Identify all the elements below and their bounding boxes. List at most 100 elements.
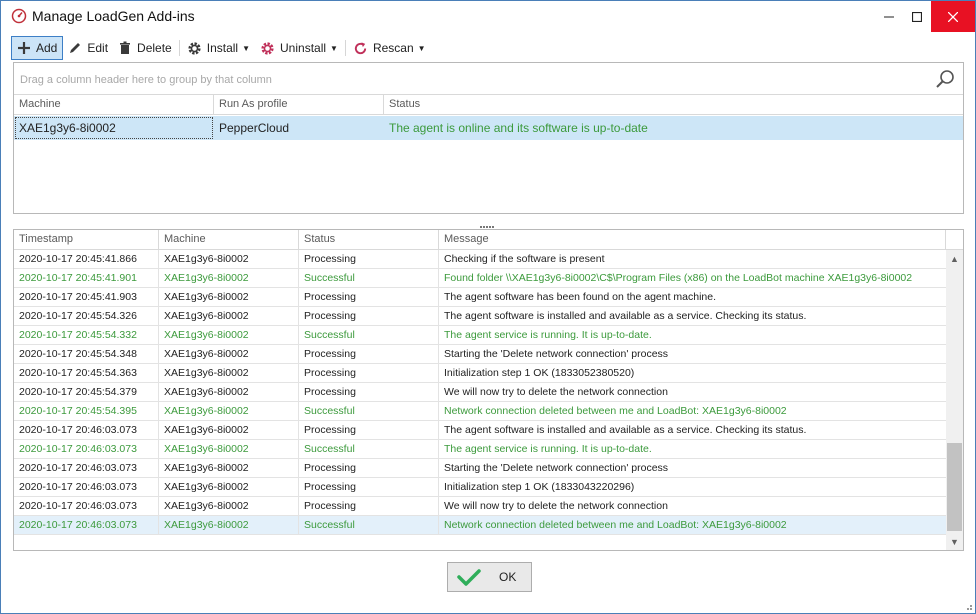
agent-profile-cell[interactable]: PepperCloud <box>214 116 384 140</box>
log-timestamp-cell[interactable]: 2020-10-17 20:45:54.326 <box>14 307 159 325</box>
log-timestamp-cell[interactable]: 2020-10-17 20:46:03.073 <box>14 497 159 515</box>
log-timestamp-cell[interactable]: 2020-10-17 20:45:54.363 <box>14 364 159 382</box>
log-machine-cell[interactable]: XAE1g3y6-8i0002 <box>159 250 299 268</box>
ok-button[interactable]: OK <box>447 562 532 592</box>
log-status-cell[interactable]: Processing <box>299 497 439 515</box>
log-machine-cell[interactable]: XAE1g3y6-8i0002 <box>159 478 299 496</box>
scrollbar-thumb[interactable] <box>947 443 962 531</box>
log-message-cell[interactable]: Starting the 'Delete network connection'… <box>439 345 946 363</box>
log-row[interactable]: 2020-10-17 20:45:54.363 XAE1g3y6-8i0002 Pr… <box>14 364 946 383</box>
maximize-button[interactable] <box>903 1 931 32</box>
log-message-cell[interactable]: The agent service is running. It is up-t… <box>439 440 946 458</box>
log-machine-cell[interactable]: XAE1g3y6-8i0002 <box>159 421 299 439</box>
log-status-cell[interactable]: Successful <box>299 440 439 458</box>
log-status-cell[interactable]: Processing <box>299 288 439 306</box>
log-status-cell[interactable]: Processing <box>299 345 439 363</box>
vertical-scrollbar[interactable]: ▲ ▼ <box>946 250 963 550</box>
log-row[interactable]: 2020-10-17 20:45:54.348 XAE1g3y6-8i0002 Pr… <box>14 345 946 364</box>
log-timestamp-cell[interactable]: 2020-10-17 20:45:41.901 <box>14 269 159 287</box>
column-header-machine[interactable]: Machine <box>159 230 299 250</box>
scroll-up-icon[interactable]: ▲ <box>946 250 963 267</box>
resize-grip-icon[interactable] <box>963 601 973 611</box>
log-machine-cell[interactable]: XAE1g3y6-8i0002 <box>159 440 299 458</box>
log-timestamp-cell[interactable]: 2020-10-17 20:45:54.348 <box>14 345 159 363</box>
log-message-cell[interactable]: The agent software is installed and avai… <box>439 307 946 325</box>
edit-button[interactable]: Edit <box>63 36 113 60</box>
log-machine-cell[interactable]: XAE1g3y6-8i0002 <box>159 516 299 534</box>
log-message-cell[interactable]: Initialization step 1 OK (1833052380520) <box>439 364 946 382</box>
log-status-cell[interactable]: Processing <box>299 478 439 496</box>
log-status-cell[interactable]: Processing <box>299 421 439 439</box>
log-machine-cell[interactable]: XAE1g3y6-8i0002 <box>159 383 299 401</box>
scroll-down-icon[interactable]: ▼ <box>946 533 963 550</box>
log-timestamp-cell[interactable]: 2020-10-17 20:45:54.395 <box>14 402 159 420</box>
log-timestamp-cell[interactable]: 2020-10-17 20:46:03.073 <box>14 478 159 496</box>
uninstall-dropdown-button[interactable]: Uninstall ▼ <box>255 36 343 60</box>
log-row[interactable]: 2020-10-17 20:46:03.073 XAE1g3y6-8i0002 Su… <box>14 440 946 459</box>
log-status-cell[interactable]: Processing <box>299 307 439 325</box>
log-row[interactable]: 2020-10-17 20:46:03.073 XAE1g3y6-8i0002 Pr… <box>14 478 946 497</box>
log-status-cell[interactable]: Successful <box>299 402 439 420</box>
log-row[interactable]: 2020-10-17 20:45:54.395 XAE1g3y6-8i0002 Su… <box>14 402 946 421</box>
column-header-message[interactable]: Message <box>439 230 946 250</box>
log-message-cell[interactable]: We will now try to delete the network co… <box>439 497 946 515</box>
log-machine-cell[interactable]: XAE1g3y6-8i0002 <box>159 459 299 477</box>
log-status-cell[interactable]: Successful <box>299 269 439 287</box>
column-header-status[interactable]: Status <box>299 230 439 250</box>
log-status-cell[interactable]: Processing <box>299 364 439 382</box>
log-message-cell[interactable]: The agent software has been found on the… <box>439 288 946 306</box>
column-header-machine[interactable]: Machine <box>14 95 214 115</box>
log-machine-cell[interactable]: XAE1g3y6-8i0002 <box>159 402 299 420</box>
minimize-button[interactable] <box>875 1 903 32</box>
log-row[interactable]: 2020-10-17 20:46:03.073 XAE1g3y6-8i0002 Pr… <box>14 497 946 516</box>
log-timestamp-cell[interactable]: 2020-10-17 20:46:03.073 <box>14 421 159 439</box>
log-status-cell[interactable]: Successful <box>299 516 439 534</box>
log-status-cell[interactable]: Processing <box>299 459 439 477</box>
install-dropdown-button[interactable]: Install ▼ <box>182 36 255 60</box>
log-timestamp-cell[interactable]: 2020-10-17 20:46:03.073 <box>14 516 159 534</box>
log-machine-cell[interactable]: XAE1g3y6-8i0002 <box>159 288 299 306</box>
group-by-panel[interactable]: Drag a column header here to group by th… <box>14 63 963 95</box>
log-status-cell[interactable]: Successful <box>299 326 439 344</box>
log-message-cell[interactable]: We will now try to delete the network co… <box>439 383 946 401</box>
log-row[interactable]: 2020-10-17 20:46:03.073 XAE1g3y6-8i0002 Pr… <box>14 421 946 440</box>
add-button[interactable]: Add <box>11 36 64 60</box>
close-button[interactable] <box>931 1 975 32</box>
log-timestamp-cell[interactable]: 2020-10-17 20:45:41.866 <box>14 250 159 268</box>
agent-status-cell[interactable]: The agent is online and its software is … <box>384 116 963 140</box>
log-machine-cell[interactable]: XAE1g3y6-8i0002 <box>159 345 299 363</box>
log-message-cell[interactable]: Starting the 'Delete network connection'… <box>439 459 946 477</box>
log-row[interactable]: 2020-10-17 20:45:41.901 XAE1g3y6-8i0002 Su… <box>14 269 946 288</box>
log-status-cell[interactable]: Processing <box>299 383 439 401</box>
log-message-cell[interactable]: Network connection deleted between me an… <box>439 402 946 420</box>
log-row[interactable]: 2020-10-17 20:46:03.073 XAE1g3y6-8i0002 Su… <box>14 516 946 535</box>
search-icon[interactable] <box>935 69 955 92</box>
log-row[interactable]: 2020-10-17 20:46:03.073 XAE1g3y6-8i0002 Pr… <box>14 459 946 478</box>
log-message-cell[interactable]: Initialization step 1 OK (1833043220296) <box>439 478 946 496</box>
log-row[interactable]: 2020-10-17 20:45:54.332 XAE1g3y6-8i0002 Su… <box>14 326 946 345</box>
log-message-cell[interactable]: Checking if the software is present <box>439 250 946 268</box>
log-timestamp-cell[interactable]: 2020-10-17 20:45:54.379 <box>14 383 159 401</box>
log-row[interactable]: 2020-10-17 20:45:54.326 XAE1g3y6-8i0002 Pr… <box>14 307 946 326</box>
log-status-cell[interactable]: Processing <box>299 250 439 268</box>
log-timestamp-cell[interactable]: 2020-10-17 20:46:03.073 <box>14 440 159 458</box>
title-bar[interactable]: Manage LoadGen Add-ins <box>1 1 975 32</box>
log-message-cell[interactable]: The agent service is running. It is up-t… <box>439 326 946 344</box>
agent-machine-cell[interactable]: XAE1g3y6-8i0002 <box>14 116 214 140</box>
log-message-cell[interactable]: Found folder \\XAE1g3y6-8i0002\C$\Progra… <box>439 269 946 287</box>
delete-button[interactable]: Delete <box>113 36 177 60</box>
log-message-cell[interactable]: Network connection deleted between me an… <box>439 516 946 534</box>
agent-row[interactable]: XAE1g3y6-8i0002 PepperCloud The agent is… <box>14 116 963 140</box>
log-machine-cell[interactable]: XAE1g3y6-8i0002 <box>159 307 299 325</box>
log-timestamp-cell[interactable]: 2020-10-17 20:46:03.073 <box>14 459 159 477</box>
column-header-run-as-profile[interactable]: Run As profile <box>214 95 384 115</box>
column-header-status[interactable]: Status <box>384 95 963 115</box>
column-header-timestamp[interactable]: Timestamp <box>14 230 159 250</box>
log-machine-cell[interactable]: XAE1g3y6-8i0002 <box>159 364 299 382</box>
log-timestamp-cell[interactable]: 2020-10-17 20:45:54.332 <box>14 326 159 344</box>
splitter-handle[interactable] <box>480 217 498 228</box>
log-timestamp-cell[interactable]: 2020-10-17 20:45:41.903 <box>14 288 159 306</box>
log-row[interactable]: 2020-10-17 20:45:54.379 XAE1g3y6-8i0002 Pr… <box>14 383 946 402</box>
rescan-dropdown-button[interactable]: Rescan ▼ <box>348 36 431 60</box>
log-machine-cell[interactable]: XAE1g3y6-8i0002 <box>159 269 299 287</box>
